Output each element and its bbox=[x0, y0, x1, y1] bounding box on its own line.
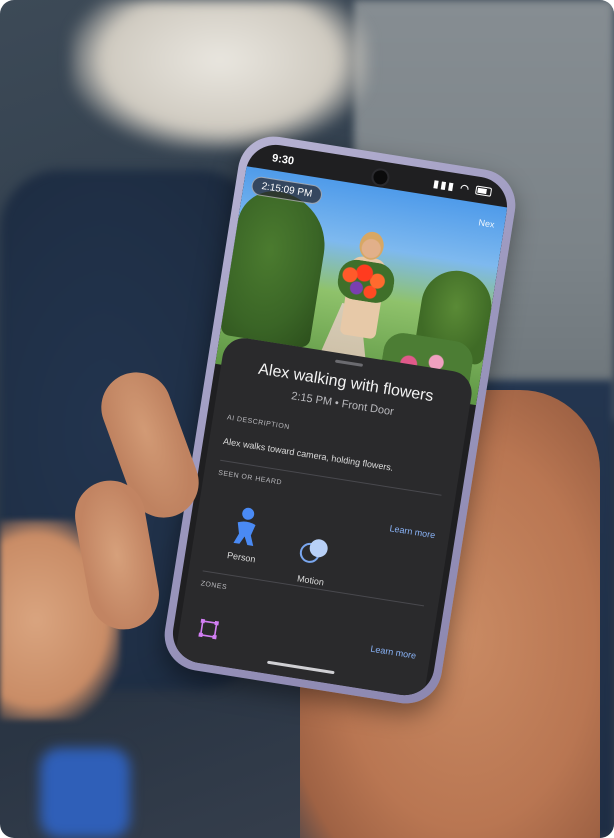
event-time: 2:15 PM bbox=[290, 390, 333, 409]
motion-icon bbox=[299, 539, 328, 563]
sneaker-background bbox=[70, 0, 370, 150]
zones-label: ZONES bbox=[200, 580, 228, 592]
learn-more-link-zones[interactable]: Learn more bbox=[370, 644, 417, 661]
blue-sock-background bbox=[40, 748, 130, 838]
trees-left bbox=[219, 186, 333, 349]
status-icons: ▮▮▮ ◠ bbox=[432, 178, 493, 199]
seen-or-heard-label: SEEN OR HEARD bbox=[217, 469, 283, 487]
event-details-sheet: Alex walking with flowers 2:15 PM • Fron… bbox=[174, 335, 475, 699]
wifi-icon: ◠ bbox=[459, 183, 472, 196]
person-with-flowers bbox=[327, 228, 401, 355]
battery-icon bbox=[474, 185, 493, 197]
detection-person[interactable]: Person bbox=[211, 502, 279, 567]
zone-icon[interactable] bbox=[196, 616, 221, 641]
next-button[interactable]: Nex bbox=[478, 217, 495, 229]
meta-separator: • bbox=[333, 397, 340, 410]
person-icon bbox=[233, 507, 256, 546]
detection-motion[interactable]: Motion bbox=[280, 525, 348, 590]
sheet-drag-handle[interactable] bbox=[334, 359, 364, 367]
detection-person-label: Person bbox=[226, 550, 257, 565]
front-camera bbox=[370, 167, 391, 188]
status-time: 9:30 bbox=[271, 152, 295, 168]
background-photo: 9:30 ▮▮▮ ◠ 2:15:09 PM Nex Alex walking w… bbox=[0, 0, 614, 838]
event-location: Front Door bbox=[340, 398, 395, 419]
home-indicator[interactable] bbox=[266, 660, 335, 675]
ai-description-text: Alex walks toward camera, holding flower… bbox=[222, 436, 395, 473]
learn-more-link-detections[interactable]: Learn more bbox=[389, 523, 436, 540]
ai-description-label: AI DESCRIPTION bbox=[226, 414, 291, 432]
signal-icon: ▮▮▮ bbox=[432, 178, 457, 194]
